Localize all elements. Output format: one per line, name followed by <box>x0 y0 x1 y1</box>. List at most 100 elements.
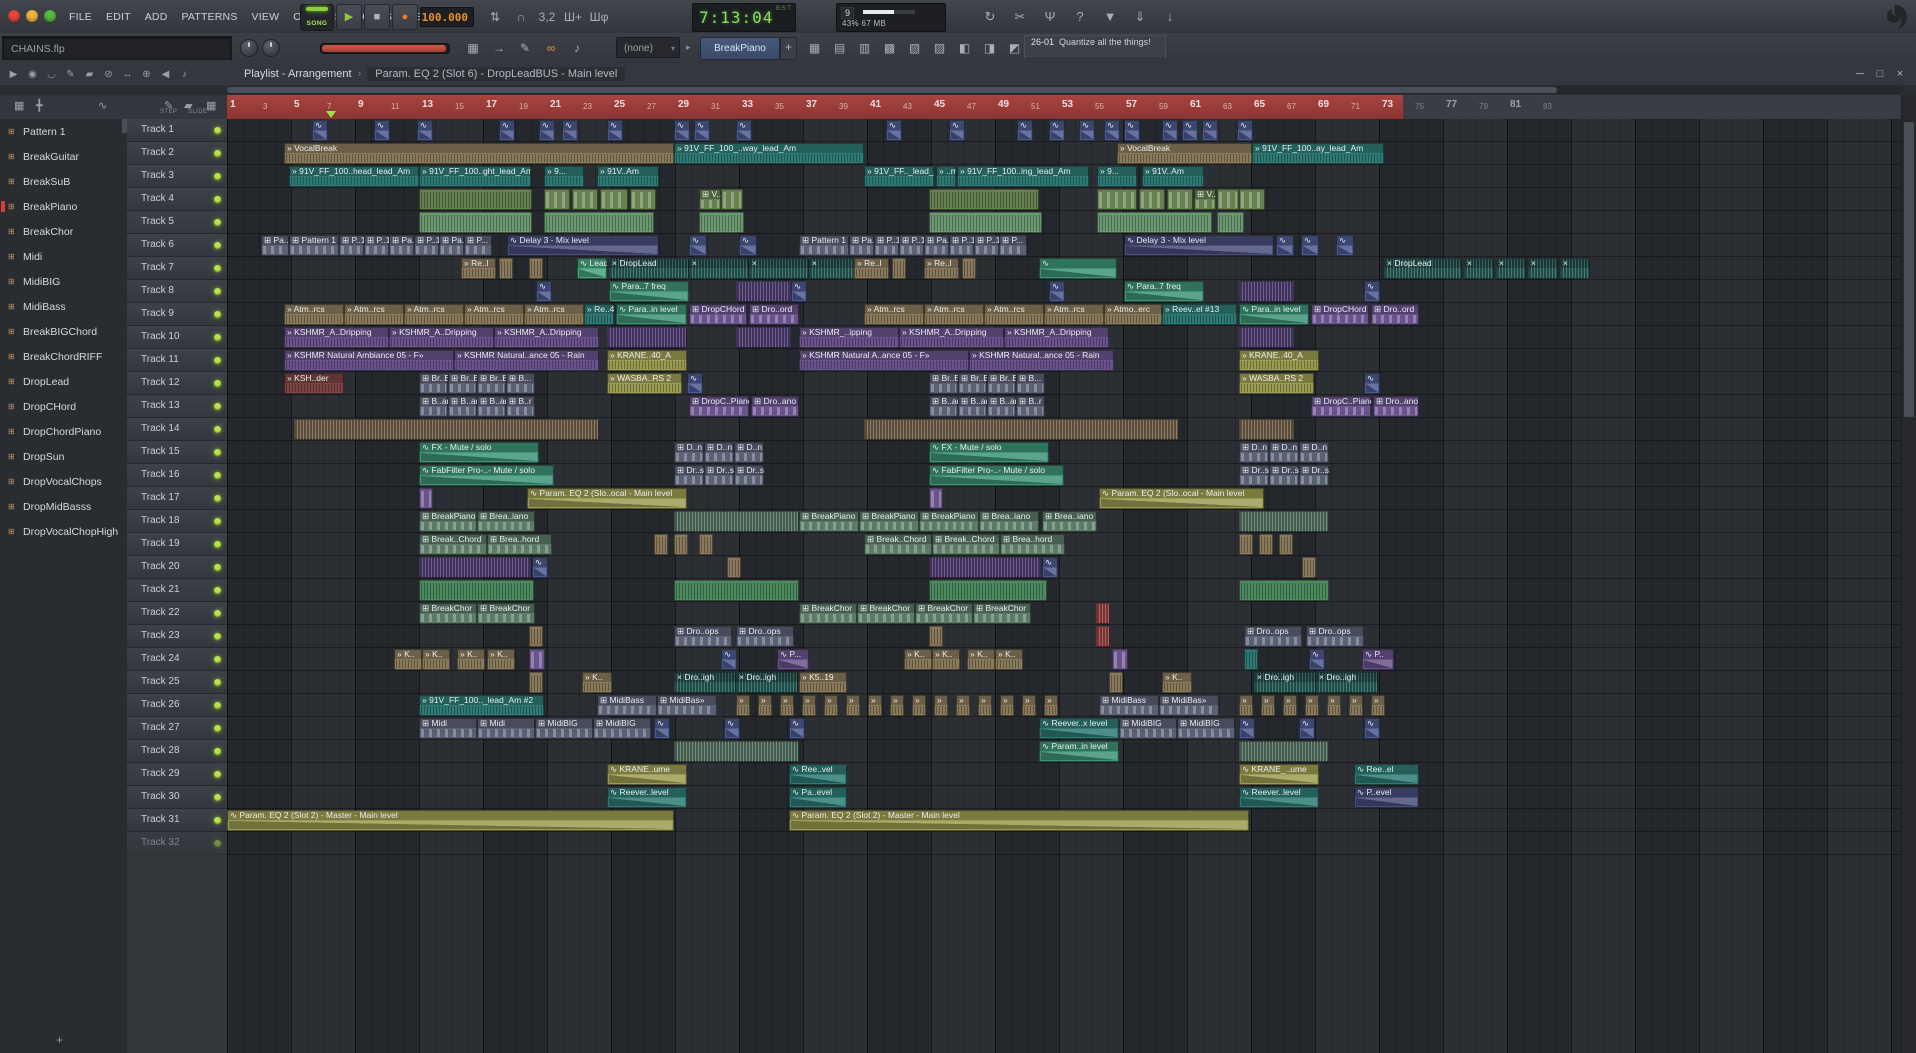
clip[interactable]: » K.. <box>932 649 960 670</box>
clip[interactable]: ∿ <box>1299 718 1315 739</box>
picker-item[interactable]: ⊞ BreakPiano <box>0 194 127 219</box>
clip[interactable]: » 9... <box>544 166 584 187</box>
clip[interactable]: ∿ <box>1104 120 1120 141</box>
track-led[interactable] <box>214 633 221 640</box>
clip[interactable] <box>1239 281 1294 302</box>
clip[interactable]: ⊞ Dro..ops <box>1244 626 1302 647</box>
menu-item-patterns[interactable]: PATTERNS <box>174 11 244 23</box>
picker-item[interactable]: ⊞ DropVocalChopHigh <box>0 519 127 544</box>
record-button[interactable]: ● <box>392 4 418 30</box>
clip[interactable] <box>654 534 668 555</box>
track-header[interactable]: Track 3 <box>127 165 227 188</box>
clip[interactable]: × <box>1528 258 1558 279</box>
clip[interactable]: ⊞ Brea..iano <box>979 511 1039 532</box>
clip[interactable]: » K.. <box>422 649 450 670</box>
clip[interactable]: ⊞ P..1 <box>339 235 364 256</box>
clip[interactable]: × Dro..igh <box>1254 672 1316 693</box>
clip[interactable]: ⊞ P..1 <box>949 235 974 256</box>
clip[interactable]: » 91V_FF_100..ay_lead_Am <box>1252 143 1384 164</box>
project-filename[interactable]: CHAINS.flp <box>2 36 232 60</box>
clip[interactable] <box>1302 557 1316 578</box>
clip[interactable]: ∿ Para..7 freq <box>609 281 689 302</box>
clip[interactable]: » <box>912 695 926 716</box>
pattern-grid-icon[interactable]: ▦ <box>206 99 216 112</box>
clip[interactable]: » <box>1044 695 1058 716</box>
clip[interactable]: » KRANE..40_A <box>1239 350 1319 371</box>
track-header[interactable]: Track 2 <box>127 142 227 165</box>
clip[interactable]: ⊞ Pa..1 <box>924 235 949 256</box>
clip[interactable]: ⊞ Pa..1 <box>261 235 289 256</box>
clip[interactable]: » 91V..Am <box>597 166 659 187</box>
clip[interactable]: ⊞ Dr..s <box>1239 465 1269 486</box>
clip[interactable] <box>607 327 687 348</box>
clip[interactable]: » 91V_FF_100..ght_lead_Am <box>419 166 531 187</box>
clip[interactable]: » K.. <box>1162 672 1192 693</box>
clip[interactable] <box>1096 626 1110 647</box>
clip[interactable]: ⊞ Dro..ano <box>1373 396 1419 417</box>
clip[interactable]: × <box>689 258 749 279</box>
clip[interactable] <box>1239 419 1294 440</box>
track-led[interactable] <box>214 495 221 502</box>
clip[interactable]: ∿ P... <box>777 649 809 670</box>
mac-minimize-button[interactable] <box>26 10 38 22</box>
clip[interactable]: ∿ <box>1124 120 1140 141</box>
clip[interactable] <box>929 580 1047 601</box>
horizontal-scrollbar[interactable] <box>227 86 1902 94</box>
clip[interactable]: ⊞ BreakChor <box>419 603 477 624</box>
clip[interactable]: » Re..4 <box>584 304 614 325</box>
clip[interactable] <box>674 534 688 555</box>
clip[interactable] <box>1097 212 1212 233</box>
track-header[interactable]: Track 4 <box>127 188 227 211</box>
clip[interactable]: » K.. <box>967 649 995 670</box>
track-header[interactable]: Track 11 <box>127 349 227 372</box>
clip[interactable]: » <box>1371 695 1385 716</box>
clip[interactable]: ∿ <box>791 281 807 302</box>
clip[interactable] <box>1239 189 1265 210</box>
track-led[interactable] <box>214 311 221 318</box>
clip[interactable] <box>674 580 799 601</box>
track-header[interactable]: Track 12 <box>127 372 227 395</box>
clip[interactable] <box>529 626 543 647</box>
clip[interactable]: ∿ Param. EQ 2 (Slo..ocal - Main level <box>527 488 687 509</box>
clip[interactable]: » Re..l <box>854 258 889 279</box>
clip[interactable] <box>892 258 906 279</box>
clip[interactable]: ∿ <box>1301 235 1319 256</box>
clip[interactable] <box>929 212 1042 233</box>
timeline-ruler[interactable]: 1 5 9 13 17 21 25 29 33 37 41 45 49 53 57 61 65 69 73 77 81 3… <box>227 95 1902 120</box>
track-led[interactable] <box>214 679 221 686</box>
clip[interactable] <box>419 212 532 233</box>
track-led[interactable] <box>214 242 221 249</box>
clip[interactable]: ⊞ Br..B <box>929 373 958 394</box>
clip[interactable]: ∿ <box>1276 235 1294 256</box>
clip[interactable]: ∿ Param..in level <box>1039 741 1119 762</box>
clip[interactable]: » 91V..Am <box>1142 166 1204 187</box>
clip[interactable]: » Atmo..erc <box>1104 304 1162 325</box>
time-format-label[interactable]: B:S:T <box>776 6 791 12</box>
master-pitch-knob[interactable] <box>262 39 280 57</box>
picker-item[interactable]: ⊞ Midi <box>0 244 127 269</box>
clip[interactable]: ⊞ Dr..s <box>1269 465 1299 486</box>
clip[interactable]: ⊞ B..ar <box>448 396 477 417</box>
clip[interactable]: ∿ <box>724 718 740 739</box>
menu-item-edit[interactable]: EDIT <box>99 11 138 23</box>
clip[interactable]: ∿ Lead <box>577 258 607 279</box>
pattern-number-display[interactable]: 9 <box>841 7 855 19</box>
tempo-tap-icon[interactable]: ◨ <box>977 41 1002 55</box>
clip[interactable] <box>1239 534 1253 555</box>
clip[interactable]: ⊞ P... <box>999 235 1027 256</box>
track-led[interactable] <box>214 794 221 801</box>
clip[interactable]: » <box>1022 695 1036 716</box>
track-led[interactable] <box>214 771 221 778</box>
clip[interactable] <box>1139 189 1165 210</box>
track-led[interactable] <box>214 219 221 226</box>
clip[interactable]: ⊞ D..n <box>1299 442 1329 463</box>
clip[interactable]: » <box>868 695 882 716</box>
clip[interactable]: ⊞ D..n <box>734 442 764 463</box>
clip[interactable]: » 91V_FF_100..head_lead_Am <box>289 166 419 187</box>
clip[interactable]: ⊞ MidiBIG <box>535 718 593 739</box>
clip[interactable]: ∿ Param. EQ 2 (Slot 2) - Master - Main l… <box>227 810 674 831</box>
slide-toggle[interactable]: SLIDE <box>188 109 207 115</box>
clip[interactable] <box>419 189 532 210</box>
clip[interactable]: » <box>846 695 860 716</box>
clip[interactable]: ⊞ Dro..ops <box>1306 626 1364 647</box>
